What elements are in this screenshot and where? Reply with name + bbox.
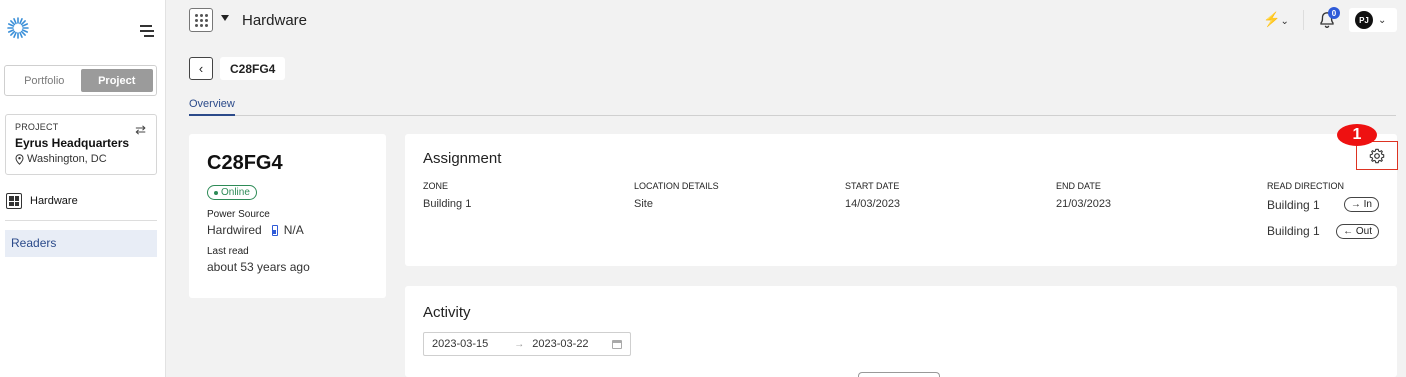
power-source-value: Hardwired N/A bbox=[207, 223, 368, 237]
start-date-column: START DATE 14/03/2023 bbox=[845, 181, 900, 210]
sidebar-item-hardware-label: Hardware bbox=[30, 195, 78, 207]
qr-icon bbox=[6, 193, 22, 209]
read-direction-header: READ DIRECTION bbox=[1267, 181, 1345, 191]
end-date-column: END DATE 21/03/2023 bbox=[1056, 181, 1111, 210]
project-location-text: Washington, DC bbox=[27, 153, 107, 165]
gear-icon bbox=[1369, 148, 1385, 163]
direction-row: Building 1 ← Out bbox=[1267, 224, 1379, 239]
swap-icon[interactable]: ⇄ bbox=[135, 122, 146, 138]
quick-actions-menu[interactable]: ⚡⌄ bbox=[1263, 11, 1289, 28]
activity-card: Activity 2023-03-15 → 2023-03-22 bbox=[405, 286, 1397, 377]
annotation-marker: 1 bbox=[1337, 124, 1377, 146]
battery-icon bbox=[271, 224, 278, 236]
chevron-down-icon: ⌄ bbox=[1378, 14, 1387, 26]
direction-in-badge[interactable]: → In bbox=[1343, 197, 1379, 212]
location-column: LOCATION DETAILS Site bbox=[634, 181, 719, 210]
zone-column: ZONE Building 1 bbox=[423, 181, 471, 210]
range-arrow-icon: → bbox=[514, 338, 525, 350]
last-read-value: about 53 years ago bbox=[207, 260, 310, 274]
status-text: Online bbox=[221, 187, 250, 198]
assignment-title: Assignment bbox=[423, 150, 502, 167]
direction-zone-label: Building 1 bbox=[1267, 224, 1320, 238]
location-value: Site bbox=[634, 198, 653, 210]
location-header: LOCATION DETAILS bbox=[634, 181, 719, 191]
bolt-icon: ⚡ bbox=[1263, 11, 1281, 27]
topbar-divider bbox=[1303, 10, 1304, 30]
project-location: Washington, DC bbox=[15, 153, 147, 165]
battery-value: N/A bbox=[283, 223, 304, 237]
assignment-card: Assignment ZONE Building 1 LOCATION DETA… bbox=[405, 124, 1398, 266]
start-date-input[interactable]: 2023-03-15 bbox=[432, 338, 488, 350]
status-badge: Online bbox=[207, 185, 257, 200]
direction-row: Building 1 → In bbox=[1267, 197, 1379, 212]
back-button[interactable]: ‹ bbox=[189, 57, 213, 80]
date-range-picker[interactable]: 2023-03-15 → 2023-03-22 bbox=[423, 332, 631, 356]
mode-switch: Portfolio Project bbox=[4, 65, 157, 96]
apps-grid-icon[interactable] bbox=[189, 8, 213, 32]
project-kicker: PROJECT bbox=[15, 122, 59, 132]
sidebar-item-hardware[interactable]: Hardware bbox=[6, 193, 78, 209]
start-date-value: 14/03/2023 bbox=[845, 198, 901, 210]
activity-title: Activity bbox=[423, 304, 471, 321]
calendar-icon[interactable] bbox=[612, 339, 622, 349]
device-summary-card: C28FG4 Online Power Source Hardwired N/A… bbox=[189, 134, 386, 298]
direction-zone-label: Building 1 bbox=[1267, 197, 1320, 212]
end-date-header: END DATE bbox=[1056, 181, 1101, 191]
tabs-divider bbox=[189, 115, 1396, 116]
top-bar: Hardware ⚡⌄ 0 PJ ⌄ bbox=[166, 0, 1406, 40]
logo-icon[interactable] bbox=[6, 16, 30, 40]
end-date-input[interactable]: 2023-03-22 bbox=[532, 338, 588, 350]
notification-badge: 0 bbox=[1328, 7, 1340, 19]
avatar: PJ bbox=[1355, 11, 1373, 29]
last-read-label: Last read bbox=[207, 246, 249, 257]
location-pin-icon bbox=[15, 153, 24, 165]
tab-overview-indicator bbox=[189, 114, 235, 116]
app-switcher-chevron-down-icon[interactable] bbox=[221, 15, 229, 21]
project-tab[interactable]: Project bbox=[80, 69, 153, 92]
end-date-value: 21/03/2023 bbox=[1056, 198, 1112, 210]
tab-overview[interactable]: Overview bbox=[189, 98, 235, 110]
project-name: Eyrus Headquarters bbox=[15, 136, 130, 150]
chevron-down-icon: ⌄ bbox=[1280, 16, 1289, 27]
status-dot-icon bbox=[214, 190, 218, 195]
zone-value: Building 1 bbox=[423, 198, 472, 210]
sidebar-divider bbox=[5, 220, 157, 221]
device-name: C28FG4 bbox=[207, 152, 283, 174]
user-menu[interactable]: PJ ⌄ bbox=[1349, 8, 1397, 32]
sidebar-item-readers[interactable]: Readers bbox=[5, 230, 157, 257]
read-direction-column: READ DIRECTION Building 1 → In Building … bbox=[1267, 181, 1379, 239]
back-chevron-icon: ‹ bbox=[198, 61, 204, 76]
activity-control-partial bbox=[858, 372, 940, 377]
zone-header: ZONE bbox=[423, 181, 449, 191]
breadcrumb-device-id: C28FG4 bbox=[220, 57, 286, 80]
project-card[interactable]: PROJECT ⇄ Eyrus Headquarters Washington,… bbox=[5, 114, 157, 175]
direction-out-badge[interactable]: ← Out bbox=[1336, 224, 1379, 239]
menu-icon[interactable] bbox=[140, 25, 156, 39]
app-title: Hardware bbox=[242, 12, 308, 29]
power-source-label: Power Source bbox=[207, 209, 270, 220]
portfolio-tab[interactable]: Portfolio bbox=[8, 69, 81, 92]
start-date-header: START DATE bbox=[845, 181, 900, 191]
sidebar: Portfolio Project PROJECT ⇄ Eyrus Headqu… bbox=[0, 0, 166, 377]
power-source-text: Hardwired bbox=[207, 223, 262, 237]
